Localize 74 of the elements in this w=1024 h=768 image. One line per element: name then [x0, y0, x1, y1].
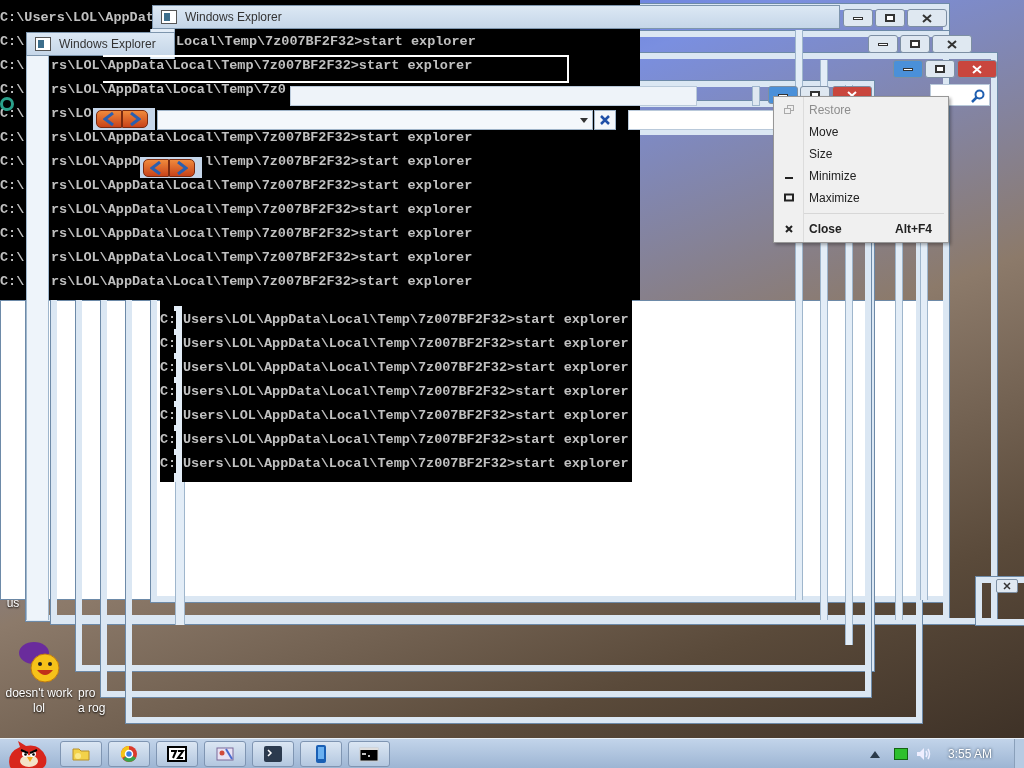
close-button[interactable] [957, 60, 997, 78]
taskbar-button[interactable] [252, 740, 294, 767]
maximize-icon [784, 193, 794, 203]
close-button[interactable] [932, 35, 972, 53]
back-button[interactable] [143, 158, 169, 177]
window-title: Windows Explorer [59, 36, 156, 53]
console-text: Users\LOL\AppData\Local\Temp\7z007BF2F32>start explorer [183, 383, 629, 401]
console-text: C: [160, 335, 177, 353]
console-text: rs\LOL\AppData\Local\Temp\7z007BF2F32>start explorer [51, 203, 473, 217]
console-text: Users\LOL\AppData\Local\Temp\7z007BF2F32>start explorer [183, 359, 629, 377]
console-text: Users\LOL\AppData\Local\Temp\7z007BF2F32>start explorer [183, 407, 629, 425]
menu-item[interactable]: Maximize [774, 187, 948, 209]
taskbar-button[interactable] [156, 740, 198, 767]
minimize-button[interactable] [843, 9, 873, 27]
menu-item[interactable]: Minimize [774, 165, 948, 187]
search-icon [971, 89, 985, 103]
console-text: C: [160, 407, 177, 425]
console-text: rs\LOL\AppData\Local\Temp\7z007BF2F32>start explorer [51, 179, 473, 193]
close-icon [784, 224, 794, 234]
icon-label: doesn't work [5, 686, 73, 701]
console-text: l\Temp\7z007BF2F32>start explorer [205, 155, 473, 169]
console-text: rs\LOL\AppData\Local\Temp\7z007BF2F32>start explorer [51, 131, 473, 145]
close-button[interactable] [907, 9, 947, 27]
menu-item[interactable]: Size [774, 143, 948, 165]
icon-label: pro [78, 686, 96, 701]
close-icon [600, 115, 610, 125]
maximize-button[interactable] [900, 35, 930, 53]
back-button[interactable] [96, 110, 122, 128]
icon-label: lol [33, 701, 45, 716]
maximize-button[interactable] [925, 60, 955, 78]
console-text: C: [160, 311, 177, 329]
window-icon [35, 37, 51, 51]
menu-item[interactable]: Close Alt+F4 [774, 218, 948, 240]
console-text: C: [160, 431, 177, 449]
icon-label: a rog [78, 701, 106, 716]
console-text: C: [160, 455, 177, 473]
address-field[interactable] [157, 110, 593, 130]
maximize-button[interactable] [875, 9, 905, 27]
caret-icon [580, 117, 588, 123]
menu-item: Restore [774, 99, 948, 121]
close-icon [922, 13, 932, 23]
taskbar-button[interactable] [348, 740, 390, 767]
clear-button[interactable] [594, 110, 616, 130]
power-icon[interactable] [893, 747, 908, 760]
search-field[interactable] [628, 110, 776, 130]
window-title: Windows Explorer [185, 9, 282, 26]
show-hidden-icons-button[interactable] [869, 749, 880, 758]
console-text: C: [160, 383, 177, 401]
window-icon [161, 10, 177, 24]
menu-item[interactable]: Move [774, 121, 948, 143]
forward-button[interactable] [122, 110, 148, 128]
icon-label: us [6, 596, 20, 611]
restore-icon [784, 105, 794, 115]
console-text: rs\LOL\AppData\Local\Temp\7z0 [51, 83, 286, 97]
close-icon [947, 39, 957, 49]
console-text: rs\LOL\AppD [51, 155, 141, 169]
console-text: rs\LOL\AppData\Local\Temp\7z007BF2F32>start explorer [51, 227, 473, 241]
close-icon [1003, 582, 1011, 590]
console-text: C:\Users\LOL\AppDat [0, 11, 154, 25]
console-text: Users\LOL\AppData\Local\Temp\7z007BF2F32>start explorer [183, 335, 629, 353]
close-icon [972, 64, 982, 74]
console-text: rs\LOL\AppData\Local\Temp\7z007BF2F32>start explorer [51, 275, 473, 289]
close-button[interactable] [996, 579, 1018, 593]
console-text: rs\LOL\AppData\Local\Temp\7z007BF2F32>start explorer [51, 251, 473, 265]
console-text: C: [160, 359, 177, 377]
console-text: Users\LOL\AppData\Local\Temp\7z007BF2F32>start explorer [183, 431, 629, 449]
forward-button[interactable] [169, 158, 195, 177]
console-text: Users\LOL\AppData\Local\Temp\7z007BF2F32>start explorer [183, 455, 629, 473]
console-text: rs\LOL\AppData\Local\Temp\7z007BF2F32>start explorer [51, 59, 473, 73]
console-text: Users\LOL\AppData\Local\Temp\7z007BF2F32>start explorer [183, 311, 629, 329]
address-field[interactable] [290, 86, 697, 106]
console-text: Local\Temp\7z007BF2F32>start explorer [176, 35, 476, 49]
minimize-button[interactable] [868, 35, 898, 53]
smiley-icon [16, 640, 62, 686]
